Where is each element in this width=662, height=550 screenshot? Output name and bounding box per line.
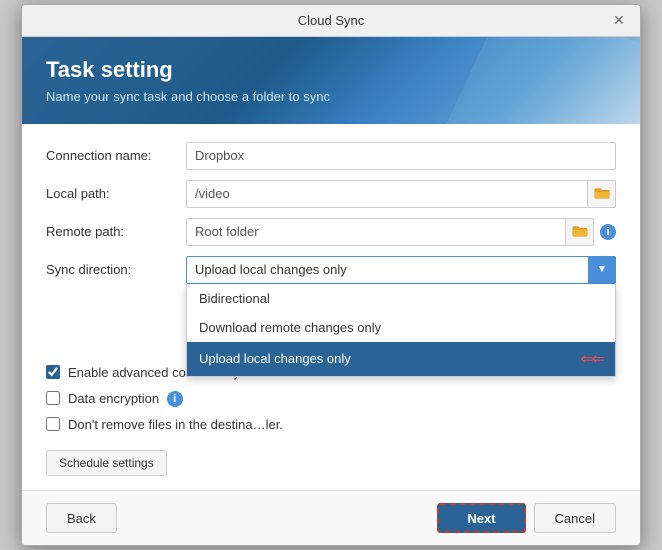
cancel-button[interactable]: Cancel: [534, 503, 616, 533]
checkbox-encryption-label: Data encryption i: [68, 390, 183, 408]
schedule-settings-button[interactable]: Schedule settings: [46, 450, 167, 476]
local-path-input-group: [186, 180, 616, 208]
checkbox-dont-remove-row: Don't remove files in the destina…ler.: [46, 416, 616, 434]
remote-path-input-group: i: [186, 218, 616, 246]
title-bar: Cloud Sync ✕: [22, 5, 640, 37]
header-title: Task setting: [46, 57, 616, 83]
form-content: Connection name: Local path: Remote path…: [22, 124, 640, 491]
encryption-info-button[interactable]: i: [167, 391, 183, 407]
checkbox-encryption[interactable]: [46, 391, 60, 405]
sync-direction-select[interactable]: Upload local changes only Bidirectional …: [186, 256, 616, 284]
local-path-input[interactable]: [186, 180, 588, 208]
dropdown-item-download[interactable]: Download remote changes only: [187, 313, 615, 342]
cloud-sync-window: Cloud Sync ✕ Task setting Name your sync…: [21, 4, 641, 547]
connection-name-input[interactable]: [186, 142, 616, 170]
remote-path-info-button[interactable]: i: [600, 224, 616, 240]
sync-direction-display[interactable]: Upload local changes only: [186, 256, 616, 284]
connection-name-row: Connection name:: [46, 142, 616, 170]
dropdown-item-bidirectional[interactable]: Bidirectional: [187, 284, 615, 313]
remote-path-row: Remote path: i: [46, 218, 616, 246]
back-btn-wrap: Back: [46, 503, 429, 533]
remote-path-label: Remote path:: [46, 224, 186, 239]
sync-direction-value: Upload local changes only: [195, 262, 347, 277]
dropdown-item-upload[interactable]: Upload local changes only ⇐⇐: [187, 342, 615, 376]
folder-icon: [594, 187, 610, 200]
connection-name-label: Connection name:: [46, 148, 186, 163]
close-button[interactable]: ✕: [610, 11, 628, 29]
local-path-row: Local path:: [46, 180, 616, 208]
header-subtitle: Name your sync task and choose a folder …: [46, 89, 616, 104]
checkbox-dont-remove-label: Don't remove files in the destina…ler.: [68, 416, 283, 434]
selected-indicator: ⇐⇐: [580, 349, 603, 369]
checkbox-consistency[interactable]: [46, 365, 60, 379]
remote-path-input[interactable]: [186, 218, 566, 246]
back-button[interactable]: Back: [46, 503, 117, 533]
local-path-label: Local path:: [46, 186, 186, 201]
sync-direction-label: Sync direction:: [46, 262, 186, 277]
header-section: Task setting Name your sync task and cho…: [22, 37, 640, 124]
next-button[interactable]: Next: [437, 503, 525, 533]
window-title: Cloud Sync: [52, 13, 610, 28]
folder-icon: [572, 225, 588, 238]
sync-direction-dropdown: Bidirectional Download remote changes on…: [186, 284, 616, 377]
remote-path-folder-button[interactable]: [566, 218, 594, 246]
checkbox-encryption-row: Data encryption i: [46, 390, 616, 408]
local-path-folder-button[interactable]: [588, 180, 616, 208]
checkbox-dont-remove[interactable]: [46, 417, 60, 431]
sync-direction-row: Sync direction: Upload local changes onl…: [46, 256, 616, 284]
footer: Back Next Cancel: [22, 490, 640, 545]
sync-direction-arrow[interactable]: [588, 256, 616, 284]
